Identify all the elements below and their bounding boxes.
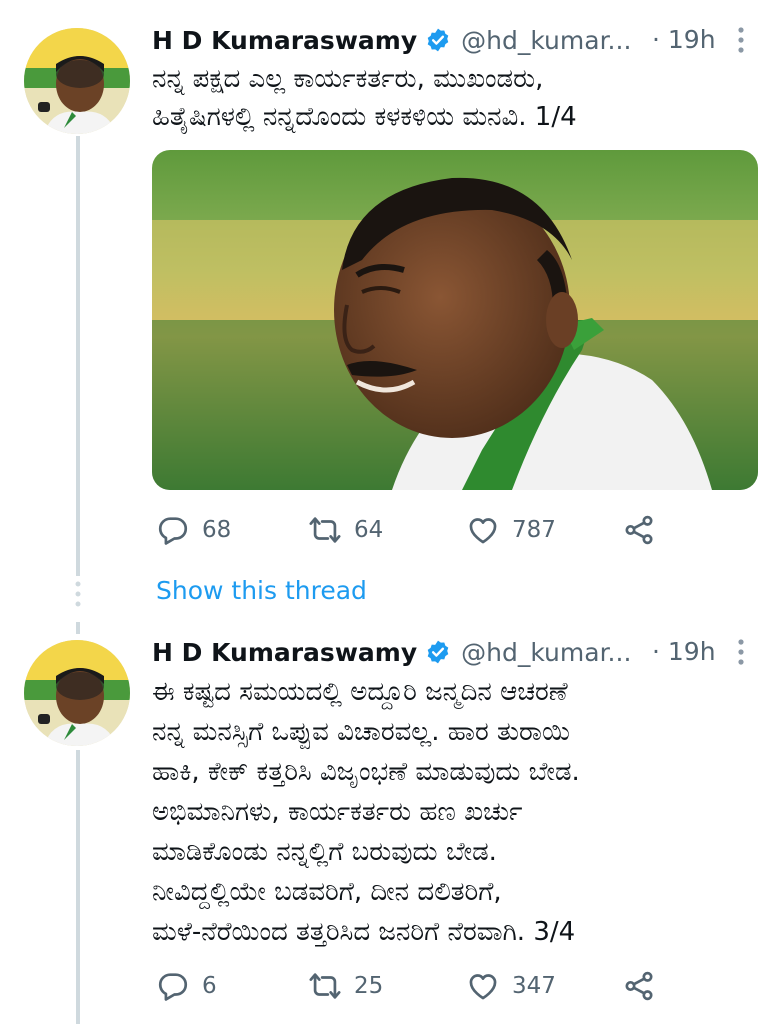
retweet-button[interactable]: 64 <box>308 510 383 550</box>
author-name[interactable]: H D Kumaraswamy <box>152 638 417 667</box>
reply-icon <box>158 517 188 545</box>
tweet-header: H D Kumaraswamy @hd_kumar... <box>152 632 631 672</box>
reply-count: 6 <box>202 973 217 999</box>
tweet-text: ಈ ಕಷ್ಟದ ಸಮಯದಲ್ಲಿ ಅದ್ದೂರಿ ಜನ್ಮದಿನ ಆಚರಣೆ ನ… <box>152 677 580 947</box>
thread-connector-line <box>76 622 80 634</box>
retweet-count: 64 <box>354 517 384 543</box>
avatar[interactable] <box>24 28 130 134</box>
like-icon <box>469 518 497 544</box>
share-icon <box>625 971 653 1001</box>
thread-connector-line <box>76 750 80 1024</box>
verified-badge-icon <box>427 640 449 664</box>
reply-icon <box>158 973 188 1001</box>
verified-badge-icon <box>427 28 449 52</box>
tweet-timestamp[interactable]: · 19h <box>652 25 716 54</box>
author-name[interactable]: H D Kumaraswamy <box>152 26 417 55</box>
tweet-actions: 68 64 787 <box>152 510 712 550</box>
share-button[interactable] <box>622 966 656 1006</box>
author-handle[interactable]: @hd_kumar... <box>461 26 631 55</box>
tweet-actions: 6 25 347 <box>152 966 712 1006</box>
tweet-timestamp[interactable]: · 19h <box>652 637 716 666</box>
like-button[interactable]: 787 <box>466 510 556 550</box>
like-icon <box>469 974 497 1000</box>
like-count: 787 <box>512 517 556 543</box>
share-icon <box>625 515 653 545</box>
retweet-icon <box>309 973 341 999</box>
avatar[interactable] <box>24 640 130 746</box>
tweet-text: ನನ್ನ ಪಕ್ಷದ ಎಲ್ಲ ಕಾರ್ಯಕರ್ತರು, ಮುಖಂಡರು, ಹಿ… <box>152 64 577 132</box>
retweet-count: 25 <box>354 973 384 999</box>
more-options-icon[interactable] <box>735 26 747 54</box>
author-handle[interactable]: @hd_kumar... <box>461 638 631 667</box>
reply-count: 68 <box>202 517 232 543</box>
show-thread-link[interactable]: Show this thread <box>156 576 367 605</box>
share-button[interactable] <box>622 510 656 550</box>
like-count: 347 <box>512 973 556 999</box>
retweet-button[interactable]: 25 <box>308 966 383 1006</box>
thread-gap-dots-icon <box>75 581 81 607</box>
tweet-photo[interactable] <box>152 150 758 490</box>
retweet-icon <box>309 517 341 543</box>
like-button[interactable]: 347 <box>466 966 556 1006</box>
reply-button[interactable]: 6 <box>156 966 217 1006</box>
twitter-timeline: H D Kumaraswamy @hd_kumar... · 19h ನನ್ನ … <box>0 0 782 1024</box>
tweet-header: H D Kumaraswamy @hd_kumar... <box>152 20 631 60</box>
thread-connector-line <box>76 136 80 576</box>
reply-button[interactable]: 68 <box>156 510 231 550</box>
more-options-icon[interactable] <box>735 638 747 666</box>
